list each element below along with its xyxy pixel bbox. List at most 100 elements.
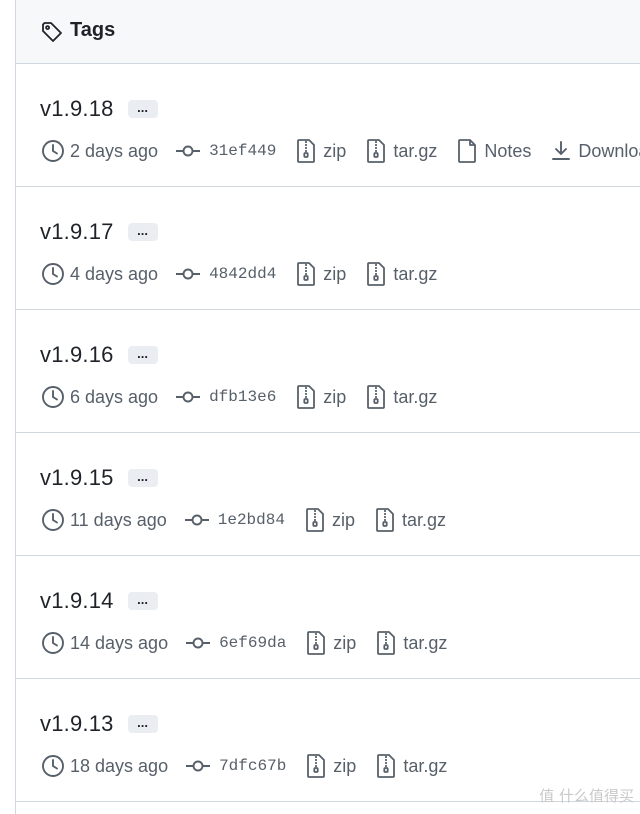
file-zip-icon: [302, 507, 328, 533]
zip-download-link[interactable]: zip: [303, 630, 356, 656]
tags-panel: Tags v1.9.18 ... 2 days ago 31ef449 zip …: [15, 0, 640, 814]
tag-commit[interactable]: 31ef449: [175, 138, 276, 164]
tag-icon: [40, 20, 64, 44]
commit-sha-link[interactable]: 1e2bd84: [218, 511, 285, 529]
tag-meta: 4 days ago 4842dd4 zip tar.gz: [40, 261, 454, 287]
zip-download-link[interactable]: zip: [302, 507, 355, 533]
file-zip-icon: [363, 384, 389, 410]
tag-title-line: v1.9.13 ...: [40, 711, 158, 737]
tag-commit[interactable]: 6ef69da: [185, 630, 286, 656]
file-zip-icon: [293, 261, 319, 287]
tag-title-line: v1.9.17 ...: [40, 219, 158, 245]
tags-header: Tags: [16, 0, 640, 64]
tag-meta: 11 days ago 1e2bd84 zip tar.gz: [40, 507, 463, 533]
zip-download-link[interactable]: zip: [293, 261, 346, 287]
file-zip-icon: [303, 630, 329, 656]
commit-icon: [184, 507, 210, 533]
tag-list: v1.9.18 ... 2 days ago 31ef449 zip tar.g…: [16, 64, 640, 802]
clock-icon: [40, 138, 66, 164]
zip-label: zip: [323, 263, 347, 284]
tag-commit[interactable]: 4842dd4: [175, 261, 276, 287]
commit-icon: [185, 630, 211, 656]
watermark: 值 什么值得买: [539, 785, 634, 806]
clock-icon: [40, 630, 66, 656]
targz-label: tar.gz: [403, 755, 448, 776]
tag-age: 14 days ago: [70, 632, 169, 653]
more-options-button[interactable]: ...: [127, 223, 158, 241]
targz-download-link[interactable]: tar.gz: [363, 138, 437, 164]
tag-row: v1.9.13 ... 18 days ago 7dfc67b zip tar.…: [16, 679, 640, 802]
targz-download-link[interactable]: tar.gz: [363, 261, 437, 287]
download-icon: [548, 138, 574, 164]
tag-row: v1.9.16 ... 6 days ago dfb13e6 zip tar.g…: [16, 310, 640, 433]
zip-download-link[interactable]: zip: [293, 384, 346, 410]
tag-title-line: v1.9.14 ...: [40, 588, 158, 614]
tag-title-line: v1.9.18 ...: [40, 96, 158, 122]
file-zip-icon: [363, 261, 389, 287]
commit-sha-link[interactable]: 31ef449: [209, 142, 276, 160]
tag-meta: 18 days ago 7dfc67b zip tar.gz: [40, 753, 464, 779]
zip-label: zip: [333, 632, 357, 653]
commit-sha-link[interactable]: 6ef69da: [219, 634, 286, 652]
more-options-button[interactable]: ...: [127, 592, 158, 610]
tag-meta: 2 days ago 31ef449 zip tar.gz Notes Down…: [40, 138, 640, 164]
file-zip-icon: [372, 507, 398, 533]
tag-row: v1.9.18 ... 2 days ago 31ef449 zip tar.g…: [16, 64, 640, 187]
page-title: Tags: [70, 19, 116, 41]
notes-link[interactable]: Notes: [454, 138, 531, 164]
tag-commit[interactable]: 1e2bd84: [184, 507, 285, 533]
tag-title-line: v1.9.15 ...: [40, 465, 158, 491]
commit-sha-link[interactable]: 4842dd4: [209, 265, 276, 283]
file-icon: [454, 138, 480, 164]
targz-label: tar.gz: [393, 263, 438, 284]
tag-age: 11 days ago: [70, 509, 167, 530]
tag-age: 2 days ago: [70, 140, 159, 161]
tag-name-link[interactable]: v1.9.16: [40, 342, 114, 368]
clock-icon: [40, 753, 66, 779]
downloads-label: Downloads: [578, 140, 640, 161]
tag-meta: 14 days ago 6ef69da zip tar.gz: [40, 630, 464, 656]
commit-icon: [175, 138, 201, 164]
tag-row: v1.9.15 ... 11 days ago 1e2bd84 zip tar.…: [16, 433, 640, 556]
tag-commit[interactable]: 7dfc67b: [185, 753, 286, 779]
file-zip-icon: [373, 630, 399, 656]
clock-icon: [40, 507, 66, 533]
tag-name-link[interactable]: v1.9.14: [40, 588, 114, 614]
file-zip-icon: [293, 138, 319, 164]
tag-name-link[interactable]: v1.9.18: [40, 96, 114, 122]
targz-download-link[interactable]: tar.gz: [373, 753, 447, 779]
tag-meta: 6 days ago dfb13e6 zip tar.gz: [40, 384, 454, 410]
file-zip-icon: [373, 753, 399, 779]
tag-age: 6 days ago: [70, 386, 159, 407]
downloads-link[interactable]: Downloads: [548, 138, 640, 164]
tag-name-link[interactable]: v1.9.17: [40, 219, 114, 245]
targz-download-link[interactable]: tar.gz: [373, 630, 447, 656]
tag-date: 4 days ago: [40, 261, 158, 287]
file-zip-icon: [303, 753, 329, 779]
tag-title-line: v1.9.16 ...: [40, 342, 158, 368]
more-options-button[interactable]: ...: [127, 346, 158, 364]
zip-download-link[interactable]: zip: [303, 753, 356, 779]
tag-date: 18 days ago: [40, 753, 168, 779]
clock-icon: [40, 384, 66, 410]
tag-age: 4 days ago: [70, 263, 159, 284]
commit-sha-link[interactable]: 7dfc67b: [219, 757, 286, 775]
tag-commit[interactable]: dfb13e6: [175, 384, 276, 410]
notes-label: Notes: [484, 140, 532, 161]
commit-icon: [175, 261, 201, 287]
tag-name-link[interactable]: v1.9.15: [40, 465, 114, 491]
zip-label: zip: [323, 140, 347, 161]
more-options-button[interactable]: ...: [127, 100, 158, 118]
targz-download-link[interactable]: tar.gz: [372, 507, 446, 533]
more-options-button[interactable]: ...: [127, 715, 158, 733]
more-options-button[interactable]: ...: [127, 469, 158, 487]
tag-name-link[interactable]: v1.9.13: [40, 711, 114, 737]
targz-label: tar.gz: [393, 386, 438, 407]
targz-label: tar.gz: [401, 509, 447, 530]
commit-sha-link[interactable]: dfb13e6: [209, 388, 276, 406]
targz-label: tar.gz: [403, 632, 448, 653]
tag-date: 6 days ago: [40, 384, 158, 410]
zip-label: zip: [323, 386, 347, 407]
targz-download-link[interactable]: tar.gz: [363, 384, 437, 410]
zip-download-link[interactable]: zip: [293, 138, 346, 164]
